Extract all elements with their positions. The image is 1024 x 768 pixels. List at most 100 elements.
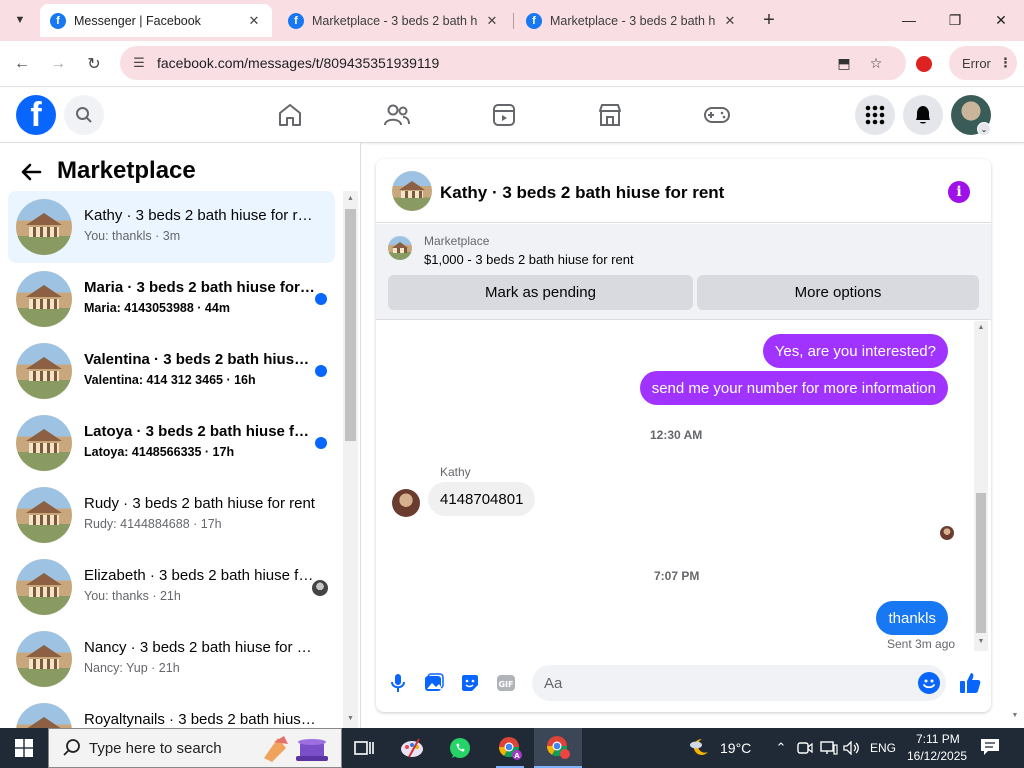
incoming-message[interactable]: 4148704801: [428, 482, 536, 516]
conversation-item-maria[interactable]: Maria · 3 beds 2 bath hiuse for rent Mar…: [8, 263, 335, 335]
panel-title: Marketplace: [57, 157, 196, 184]
weather-moon-cloud-icon[interactable]: [688, 736, 712, 760]
input-language[interactable]: ENG: [870, 741, 896, 755]
facebook-favicon-icon: f: [288, 12, 304, 29]
scroll-down-arrow-icon[interactable]: ▼: [976, 638, 986, 645]
page-scroll-down-arrow-icon[interactable]: ▼: [1010, 712, 1020, 726]
close-window-icon[interactable]: ✕: [978, 0, 1024, 40]
sticker-icon[interactable]: [459, 672, 481, 694]
scroll-up-arrow-icon[interactable]: ▲: [976, 324, 986, 331]
reload-icon[interactable]: ↻: [81, 51, 107, 77]
windows-start-icon[interactable]: [0, 728, 48, 768]
new-tab-plus-icon[interactable]: +: [757, 8, 781, 32]
facebook-logo-icon[interactable]: f: [16, 95, 56, 135]
tab-close-icon[interactable]: ✕: [484, 13, 500, 29]
restore-icon[interactable]: ❐: [932, 0, 978, 40]
message-input-box[interactable]: [532, 665, 946, 701]
back-arrow-icon[interactable]: [20, 161, 44, 185]
chrome-profile-a-icon[interactable]: A: [486, 728, 534, 768]
conversation-item-latoya[interactable]: Latoya · 3 beds 2 bath hiuse for rent La…: [8, 407, 335, 479]
network-icon[interactable]: [820, 738, 838, 758]
minimize-icon[interactable]: —: [886, 0, 932, 40]
conversation-item-elizabeth[interactable]: Elizabeth · 3 beds 2 bath hiuse for rent…: [8, 551, 335, 623]
facebook-favicon-icon: f: [50, 12, 66, 29]
conversation-item-valentina[interactable]: Valentina · 3 beds 2 bath hiuse for rent…: [8, 335, 335, 407]
scrollbar-thumb[interactable]: [976, 493, 986, 633]
home-icon[interactable]: [274, 100, 306, 130]
tab-marketplace-1[interactable]: f Marketplace - 3 beds 2 bath hiuse ✕: [278, 4, 510, 37]
error-button[interactable]: Error ⋮: [949, 46, 1017, 80]
conversation-preview: Valentina: 414 312 3465 · 16h: [84, 373, 256, 387]
listing-price[interactable]: $1,000 - 3 beds 2 bath hiuse for rent: [424, 252, 634, 267]
listing-thumbnail: [388, 236, 412, 260]
message-timestamp: 12:30 AM: [650, 428, 703, 442]
tab-title: Marketplace - 3 beds 2 bath hiuse: [550, 13, 716, 28]
paint-app-icon[interactable]: [388, 728, 436, 768]
install-app-icon[interactable]: ⬒: [834, 54, 854, 72]
notification-center-icon[interactable]: [980, 738, 1002, 758]
chat-title[interactable]: Kathy · 3 beds 2 bath hiuse for rent: [440, 183, 724, 203]
video-icon[interactable]: [488, 100, 520, 130]
forward-arrow-icon[interactable]: →: [45, 51, 71, 77]
sender-avatar[interactable]: [392, 489, 420, 517]
message-scrollbar[interactable]: ▲ ▼: [974, 321, 988, 651]
tab-close-icon[interactable]: ✕: [246, 13, 262, 29]
friends-icon[interactable]: [381, 100, 413, 130]
mark-as-pending-button[interactable]: Mark as pending: [388, 275, 693, 310]
scroll-up-arrow-icon[interactable]: ▲: [346, 195, 355, 202]
tab-close-icon[interactable]: ✕: [722, 13, 738, 29]
gif-icon[interactable]: GIF: [495, 672, 517, 694]
outgoing-message[interactable]: send me your number for more information: [639, 371, 948, 405]
bookmark-star-icon[interactable]: ☆: [866, 54, 886, 72]
profile-icon[interactable]: [912, 52, 936, 76]
conversation-item-rudy[interactable]: Rudy · 3 beds 2 bath hiuse for rent Rudy…: [8, 479, 335, 551]
search-highlight-illustration: [260, 732, 334, 764]
notifications-bell-icon[interactable]: [903, 95, 943, 135]
photo-gallery-icon[interactable]: [423, 672, 445, 694]
listing-thumbnail: [16, 343, 72, 399]
whatsapp-icon[interactable]: [436, 728, 484, 768]
back-arrow-icon[interactable]: ←: [9, 51, 35, 77]
search-icon[interactable]: [64, 95, 104, 135]
message-timestamp: 7:07 PM: [654, 569, 700, 583]
chrome-active-icon[interactable]: [534, 728, 582, 768]
menu-grid-icon[interactable]: [855, 95, 895, 135]
thumbs-up-icon[interactable]: [957, 670, 983, 696]
message-input[interactable]: [544, 673, 904, 693]
tab-messenger[interactable]: f Messenger | Facebook ✕: [40, 4, 272, 37]
marketplace-conversations-panel: Marketplace Kathy · 3 beds 2 bath hiuse …: [0, 143, 361, 728]
conversation-item-nancy[interactable]: Nancy · 3 beds 2 bath hiuse for rent Nan…: [8, 623, 335, 695]
gaming-icon[interactable]: [701, 100, 733, 130]
site-settings-icon[interactable]: ☰: [130, 54, 148, 72]
microphone-icon[interactable]: [387, 672, 409, 694]
clock-date[interactable]: 16/12/2025: [907, 749, 967, 763]
chat-listing-avatar[interactable]: [392, 171, 432, 211]
marketplace-icon[interactable]: [594, 100, 626, 130]
tab-search-chevron-icon[interactable]: ▼: [8, 8, 32, 32]
meet-now-icon[interactable]: [796, 738, 814, 758]
tray-chevron-up-icon[interactable]: ⌃: [772, 738, 790, 758]
listing-thumbnail: [16, 703, 72, 728]
facebook-favicon-icon: f: [526, 12, 542, 29]
more-options-button[interactable]: More options: [697, 275, 979, 310]
message-thread: Yes, are you interested? send me your nu…: [376, 321, 976, 657]
unread-dot-icon: [315, 437, 327, 449]
conversation-list-scrollbar[interactable]: ▲ ▼: [343, 191, 358, 728]
task-view-icon[interactable]: [340, 728, 388, 768]
conversation-item-royaltynails[interactable]: Royaltynails · 3 beds 2 bath hiuse for r…: [8, 695, 335, 728]
tab-marketplace-2[interactable]: f Marketplace - 3 beds 2 bath hiuse ✕: [516, 4, 748, 37]
info-icon[interactable]: i: [948, 181, 970, 203]
emoji-icon[interactable]: [918, 672, 940, 694]
listing-thumbnail: [16, 199, 72, 255]
conversation-item-kathy[interactable]: Kathy · 3 beds 2 bath hiuse for rent You…: [8, 191, 335, 263]
scroll-down-arrow-icon[interactable]: ▼: [346, 715, 355, 722]
address-bar[interactable]: ☰ facebook.com/messages/t/80943535193911…: [120, 46, 906, 80]
weather-temperature[interactable]: 19°C: [720, 740, 751, 756]
conversation-name: Kathy · 3 beds 2 bath hiuse for rent: [84, 207, 316, 224]
volume-icon[interactable]: [843, 738, 861, 758]
scrollbar-thumb[interactable]: [345, 209, 356, 441]
account-chevron-down-icon[interactable]: ⌄: [977, 122, 991, 136]
outgoing-message[interactable]: thankls: [876, 601, 948, 635]
clock-time[interactable]: 7:11 PM: [916, 732, 960, 746]
outgoing-message[interactable]: Yes, are you interested?: [762, 334, 948, 368]
